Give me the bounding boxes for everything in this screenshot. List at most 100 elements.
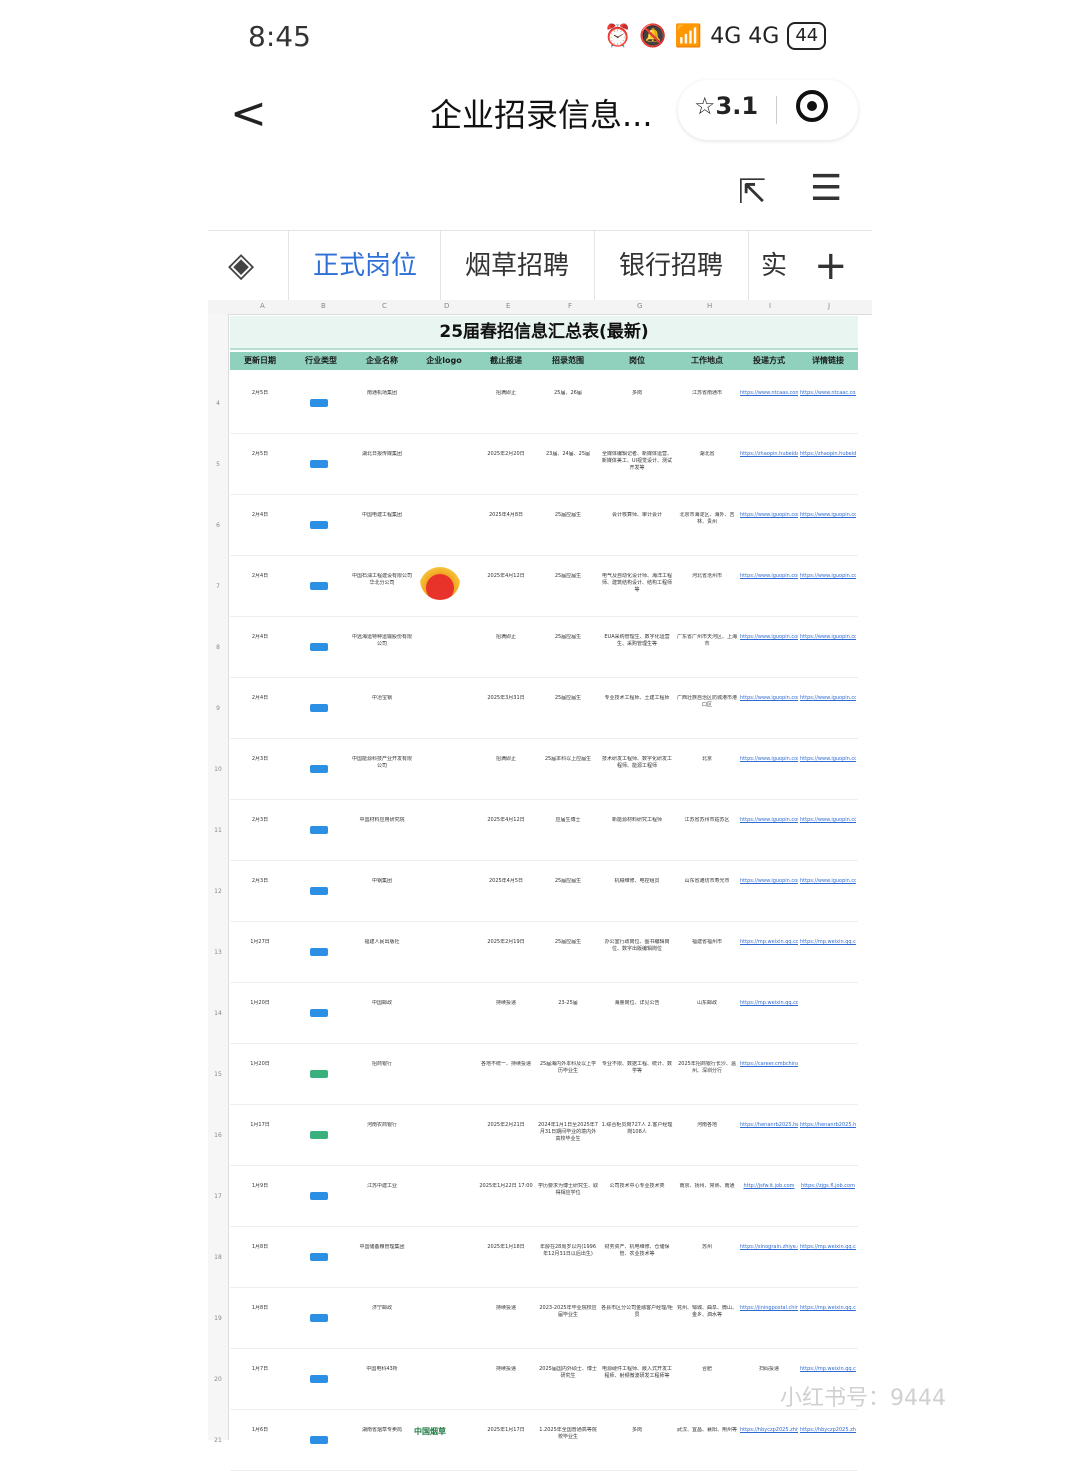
column-header: 详情链接 — [812, 356, 844, 365]
cell-place: 武汉、宜昌、襄阳、荆州等 — [676, 1427, 737, 1433]
cell-apply[interactable]: https://www.iguopin.com/company — [740, 817, 798, 857]
column-header: 更新日期 — [244, 356, 276, 365]
cell-apply[interactable]: https://career.cmbchina.com/home — [740, 1061, 798, 1101]
table-row: 2月4日 中国电建工程集团 2025年4月8日 25届应届生 会计核算师、审计会计 北京市… — [230, 494, 858, 556]
cell-scope: 25届应届生 — [554, 634, 582, 640]
table-row: 2月4日 中冶宝钢 2025年3月31日 25届应届生 专业技术工程师、土建工程师 广西壮… — [230, 677, 858, 739]
cell-apply[interactable]: https://zhaopin.hubeidaily.net/index — [740, 451, 798, 491]
column-letter: J — [828, 302, 831, 310]
sheet-tab-bar: ◈ 正式岗位 烟草招聘 银行招聘 实 + — [208, 230, 872, 302]
cell-deadline: 持续投递 — [495, 1000, 516, 1006]
cell-apply[interactable]: https://www.iguopin.com/company — [740, 634, 798, 674]
cell-detail[interactable] — [800, 1000, 856, 1040]
cell-scope: 25届本科以上应届生 — [544, 756, 592, 762]
share-icon[interactable]: ⇱ — [738, 172, 767, 212]
cell-date: 1月20日 — [250, 1000, 270, 1006]
page-title: 企业招录信息... — [430, 96, 653, 134]
cell-detail[interactable] — [800, 1061, 856, 1101]
industry-tag — [310, 1375, 328, 1383]
cell-scope: 1.2025年全国普通高等院校毕业生 — [539, 1427, 597, 1440]
cell-detail[interactable]: https://mp.weixin.qq.com — [800, 1305, 856, 1345]
cell-detail[interactable]: https://henanrb2025.hentongjob.com/ — [800, 1122, 856, 1162]
cell-post: 技术研发工程师、数字化研发工程师、能源工程师 — [601, 756, 672, 769]
cell-place: 苏州 — [701, 1244, 712, 1250]
table-row: 2月3日 中国材料应用研究院 2025年4月12日 应届生博士 新能源材料研究工程师 江苏… — [230, 799, 858, 861]
cell-detail[interactable]: https://www.iguopin.com/company — [800, 634, 856, 674]
status-time: 8:45 — [248, 20, 311, 53]
row-number: 7 — [216, 583, 220, 590]
cell-apply[interactable]: http://jsfw.it.job.com — [740, 1183, 798, 1223]
cell-detail[interactable]: https://www.iguopin.com/company — [800, 817, 856, 857]
mute-icon: 🔕 — [639, 23, 667, 49]
cell-detail[interactable]: https://www.iguopin.com/company — [800, 878, 856, 918]
cell-place: 山东邮政 — [696, 1000, 717, 1006]
cell-apply[interactable]: https://www.iguopin.com/job — [740, 512, 798, 552]
cell-date: 2月4日 — [251, 695, 269, 701]
spreadsheet: ◈ 正式岗位 烟草招聘 银行招聘 实 + A B C D E F G H I J 4 5 6 7 8 9 10… — [208, 230, 872, 1471]
row-number: 6 — [216, 522, 220, 529]
cell-scope: 25届应届生 — [554, 939, 582, 945]
tab-bank[interactable]: 银行招聘 — [594, 231, 747, 301]
back-button[interactable]: < — [230, 88, 267, 139]
table-row: 1月8日 中国储备粮管理集团 2025年1月18日 年龄在28周岁以内(1996年12… — [230, 1226, 858, 1288]
cell-apply[interactable]: https://jiningpostal.chinapost.com — [740, 1305, 798, 1345]
column-letter: G — [637, 302, 643, 310]
row-number: 14 — [214, 1010, 222, 1017]
menu-icon[interactable]: ☰ — [810, 168, 842, 209]
cell-apply[interactable]: https://mp.weixin.qq.com — [740, 939, 798, 979]
cell-company: 南通机场集团 — [366, 390, 397, 396]
cell-date: 1月17日 — [250, 1122, 270, 1128]
cell-deadline: 2025年4月5日 — [488, 878, 524, 884]
row-number: 13 — [214, 949, 222, 956]
signal-icon: 4G 4G — [710, 23, 780, 49]
cell-detail[interactable]: https://zjgs.fl.job.com — [800, 1183, 856, 1223]
alarm-icon: ⏰ — [604, 23, 632, 49]
sheet-title: 25届春招信息汇总表(最新) — [230, 316, 858, 350]
cell-detail[interactable]: https://zhaopin.hubeidaily.net/index — [800, 451, 856, 491]
table-row: 2月4日 中国石油工程建设有限公司华北分公司 2025年4月12日 25届应届生 电气及… — [230, 555, 858, 617]
layers-icon[interactable]: ◈ — [228, 245, 254, 285]
tab-tobacco[interactable]: 烟草招聘 — [440, 231, 593, 301]
cell-date: 2月3日 — [251, 817, 269, 823]
cell-apply[interactable]: https://www.iguopin.com/company — [740, 756, 798, 796]
cell-apply[interactable]: https://hbyczp2025.zhiye.com — [740, 1427, 798, 1467]
row-number: 18 — [214, 1254, 222, 1261]
cell-scope: 25届、26届 — [554, 390, 582, 396]
table-row: 1月20日 中国邮政 持续投递 23-25届 海量岗位、详见公告 山东邮政 https://… — [230, 982, 858, 1044]
cell-post: 新能源材料研究工程师 — [611, 817, 662, 823]
row-number: 11 — [214, 827, 222, 834]
cell-apply[interactable]: https://mp.weixin.qq.com — [740, 1000, 798, 1040]
cell-detail[interactable]: https://mp.weixin.qq.com — [800, 939, 856, 979]
wifi-icon: 📶 — [674, 23, 703, 49]
cell-apply[interactable]: https://www.ntcaas.com/xiaoxin — [740, 390, 798, 430]
cell-company: 中国材料应用研究院 — [359, 817, 405, 823]
column-header: 投递方式 — [753, 356, 785, 365]
industry-tag — [310, 1192, 328, 1200]
industry-tag — [310, 1436, 328, 1444]
cell-detail[interactable]: https://hbyczp2025.zhiye.com — [800, 1427, 856, 1467]
cell-detail[interactable]: https://www.iguopin.com/job — [800, 512, 856, 552]
close-record-icon[interactable] — [796, 90, 828, 122]
cell-apply[interactable]: https://sinograin.zhiye.com — [740, 1244, 798, 1284]
cell-detail[interactable]: https://www.iguopin.com/company — [800, 695, 856, 735]
tab-internship[interactable]: 实 — [748, 231, 799, 301]
column-letters: A B C D E F G H I J — [208, 300, 872, 315]
cell-company: 中国能源科技产业开发有限公司 — [352, 756, 412, 769]
cell-apply[interactable]: https://henanrb2025.hentongjob.com/ — [740, 1122, 798, 1162]
cell-apply[interactable]: https://www.iguopin.com/company — [740, 695, 798, 735]
cell-date: 2月4日 — [251, 573, 269, 579]
cell-detail[interactable]: https://www.ntcaac.com/xiaoxin — [800, 390, 856, 430]
watermark: 小红书号：9444 — [780, 1386, 946, 1411]
industry-tag — [310, 704, 328, 712]
cell-apply[interactable]: https://www.iguopin.com/company — [740, 878, 798, 918]
cell-detail[interactable]: https://www.iguopin.com/company — [800, 756, 856, 796]
rating-button[interactable]: ☆3.1 — [694, 92, 758, 120]
cell-detail[interactable]: https://www.iguopin.com/company — [800, 573, 856, 613]
add-sheet-button[interactable]: + — [814, 243, 848, 289]
cell-apply[interactable]: https://www.iguopin.com/company — [740, 573, 798, 613]
cell-deadline: 2025年1月22日 17:00 — [479, 1183, 533, 1189]
cell-scope: 学历要求为博士研究生、取得相应学位 — [538, 1183, 598, 1196]
battery-icon: 44 — [787, 22, 827, 50]
cell-detail[interactable]: https://mp.weixin.qq.com — [800, 1244, 856, 1284]
tab-formal-positions[interactable]: 正式岗位 — [288, 231, 441, 301]
